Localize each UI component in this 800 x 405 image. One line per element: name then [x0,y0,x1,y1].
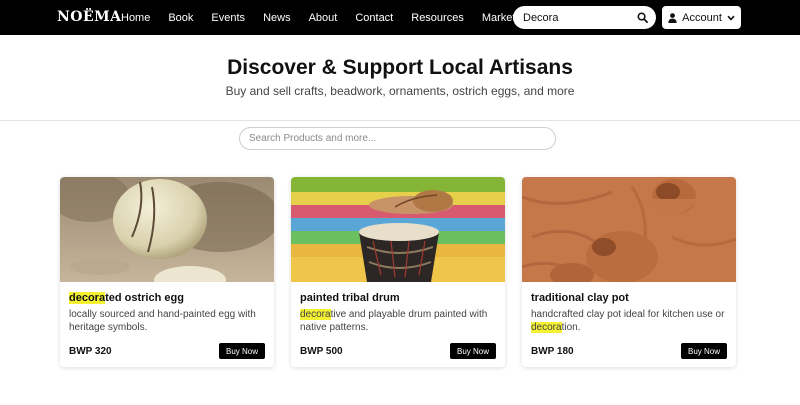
product-description: decorative and playable drum painted wit… [300,308,500,334]
top-search-box [513,6,656,29]
top-navbar: NOËMA Home Book Events News About Contac… [0,0,800,35]
product-description-text: handcrafted clay pot ideal for kitchen u… [531,309,725,320]
product-description-text: locally sourced and hand-painted egg wit… [69,309,256,333]
buy-now-button[interactable]: Buy Now [681,343,727,359]
page-title: Discover & Support Local Artisans [227,56,573,79]
product-image-tribal-drum[interactable] [291,177,505,282]
page-subtitle: Buy and sell crafts, beadwork, ornaments… [225,84,575,98]
nav-links: Home Book Events News About Contact Reso… [121,0,560,35]
top-search-input[interactable] [523,6,635,29]
search-icon[interactable] [637,12,648,23]
nav-link-home[interactable]: Home [121,12,150,24]
product-title-text: painted tribal drum [300,292,400,304]
product-price: BWP 500 [300,346,343,357]
product-description-highlight: decora [300,309,331,320]
nav-link-events[interactable]: Events [211,12,245,24]
section-divider [0,120,800,121]
nav-link-resources[interactable]: Resources [411,12,464,24]
product-title-text: ted ostrich egg [105,292,184,304]
account-button[interactable]: Account [662,6,741,29]
nav-link-about[interactable]: About [309,12,338,24]
product-image-ostrich-egg[interactable] [60,177,274,282]
product-title[interactable]: decorated ostrich egg [69,292,184,304]
product-search-input[interactable] [239,127,556,150]
product-price: BWP 180 [531,346,574,357]
buy-now-button[interactable]: Buy Now [450,343,496,359]
nav-link-book[interactable]: Book [168,12,193,24]
chevron-down-icon [727,15,735,21]
product-card: painted tribal drum decorative and playa… [291,177,505,367]
product-card: traditional clay pot handcrafted clay po… [522,177,736,367]
user-icon [668,12,677,23]
product-title[interactable]: painted tribal drum [300,292,400,304]
nav-link-contact[interactable]: Contact [355,12,393,24]
brand-logo[interactable]: NOËMA [57,9,122,25]
product-card: decorated ostrich egg locally sourced an… [60,177,274,367]
product-description-highlight: decora [531,322,562,333]
nav-link-news[interactable]: News [263,12,291,24]
product-description: handcrafted clay pot ideal for kitchen u… [531,308,731,334]
product-description: locally sourced and hand-painted egg wit… [69,308,269,334]
product-title-highlight: decora [69,292,106,304]
product-title[interactable]: traditional clay pot [531,292,629,304]
buy-now-button[interactable]: Buy Now [219,343,265,359]
product-title-text: traditional clay pot [531,292,629,304]
product-price: BWP 320 [69,346,112,357]
product-image-clay-pot[interactable] [522,177,736,282]
product-description-text-rest: tion. [561,322,581,333]
account-label: Account [682,11,722,24]
